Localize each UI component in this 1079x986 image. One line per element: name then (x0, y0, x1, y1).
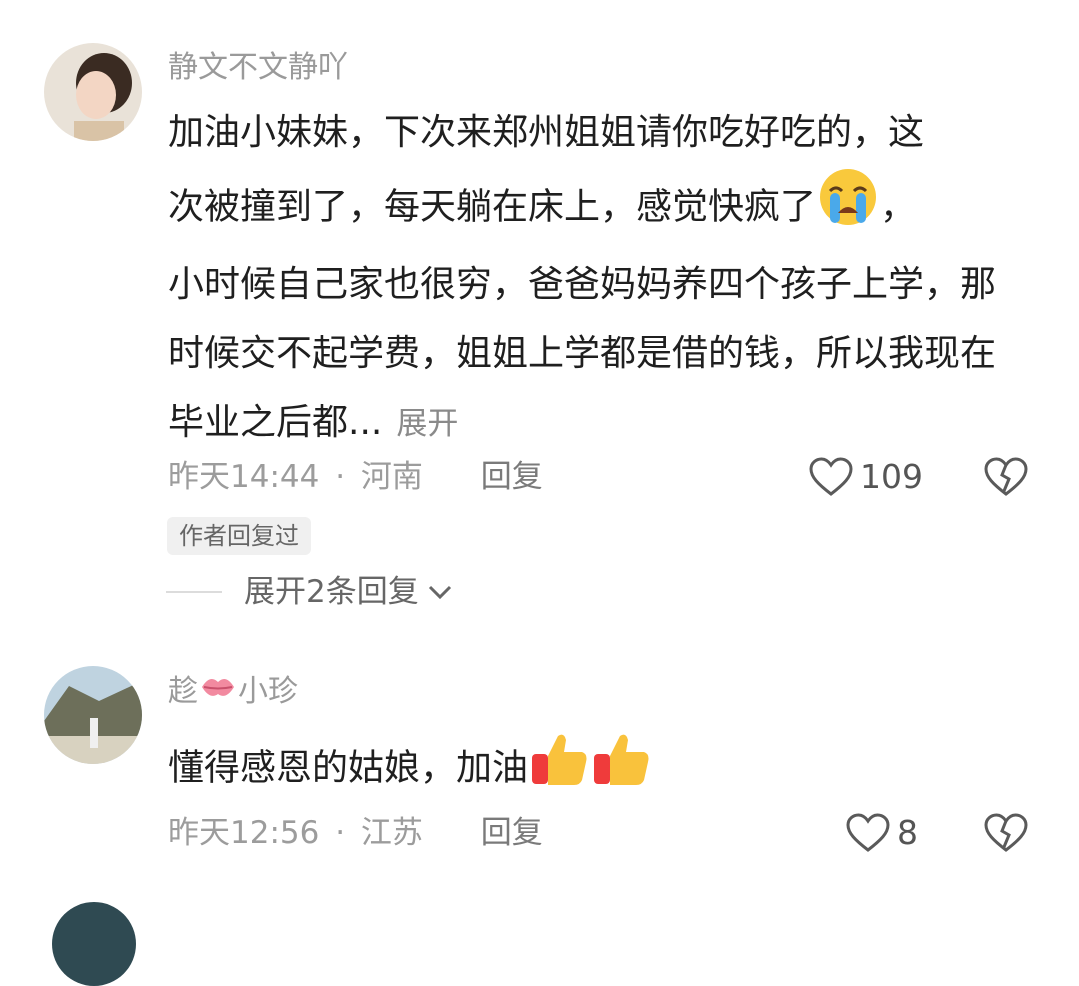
author-replied-badge: 作者回复过 (167, 517, 311, 555)
comment-meta: 昨天14:44 · 河南 回复 (168, 457, 543, 497)
heart-icon (809, 457, 853, 496)
dislike-button[interactable] (983, 813, 1029, 857)
avatar[interactable] (44, 43, 142, 141)
dislike-button[interactable] (983, 457, 1029, 501)
comment-text: 加油小妹妹，下次来郑州姐姐请你吃好吃的，这 次被撞到了，每天躺在床上，感觉快疯了… (168, 98, 1038, 459)
heart-icon (846, 813, 890, 852)
broken-heart-icon (984, 813, 1028, 852)
broken-heart-icon (984, 457, 1028, 496)
comment-text-segment: ， (880, 186, 917, 228)
reply-button[interactable]: 回复 (481, 459, 543, 495)
comment-text-segment: 懂得感恩的姑娘，加油 (168, 747, 529, 789)
divider-line (166, 591, 222, 593)
thumbs-up-icon (590, 728, 652, 811)
kiss-lips-icon (198, 670, 238, 715)
username[interactable]: 静文不文静吖 (168, 48, 348, 88)
expand-replies-label: 展开2条回复 (244, 574, 419, 610)
meta-separator: · (335, 815, 346, 851)
like-count: 8 (897, 813, 918, 852)
avatar[interactable] (44, 666, 142, 764)
comment-meta: 昨天12:56 · 江苏 回复 (168, 813, 543, 853)
comment-text-line: 次被撞到了，每天躺在床上，感觉快疯了 ， (168, 167, 1038, 250)
like-button[interactable]: 8 (845, 813, 918, 853)
comment-location: 江苏 (360, 815, 423, 851)
username-part: 小珍 (238, 674, 298, 709)
reply-button[interactable]: 回复 (481, 815, 543, 851)
comment-text-rest: 小时候自己家也很穷，爸爸妈妈养四个孩子上学，那时候交不起学费，姐姐上学都是借的钱… (168, 250, 998, 459)
chevron-down-icon (428, 585, 451, 600)
comment-text-line: 加油小妹妹，下次来郑州姐姐请你吃好吃的，这 (168, 112, 925, 153)
comment-text-segment: 次被撞到了，每天躺在床上，感觉快疯了 (168, 186, 817, 228)
like-button[interactable]: 109 (808, 457, 923, 497)
comment-time: 昨天12:56 (168, 815, 320, 851)
comment-text-segment: 小时候自己家也很穷，爸爸妈妈养四个孩子上学，那时候交不起学费，姐姐上学都是借的钱… (168, 264, 997, 443)
username[interactable]: 趁 小珍 (168, 670, 298, 715)
comment-text: 懂得感恩的姑娘，加油 (168, 728, 1038, 811)
avatar[interactable] (52, 902, 136, 986)
thumbs-up-icon (528, 728, 590, 811)
expand-replies-button[interactable]: 展开2条回复 (166, 572, 455, 612)
username-part: 趁 (168, 674, 198, 709)
comment-time: 昨天14:44 (168, 459, 320, 495)
comment-location: 河南 (360, 459, 423, 495)
meta-separator: · (335, 459, 346, 495)
like-count: 109 (860, 457, 923, 496)
loudly-crying-face-icon (816, 167, 880, 250)
expand-text-link[interactable]: 展开 (396, 406, 458, 442)
